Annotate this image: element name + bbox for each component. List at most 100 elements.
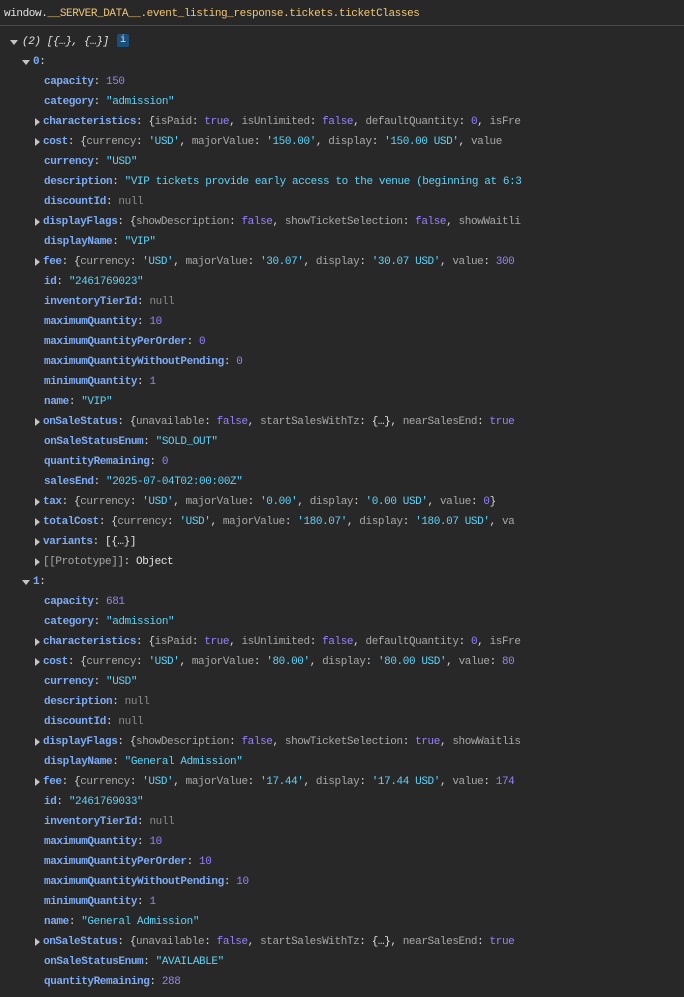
expandable-property-row[interactable]: onSaleStatus: {unavailable: false, start… <box>0 412 684 432</box>
property: displayName: "General Admission" <box>44 752 243 772</box>
punctuation: : <box>477 936 490 948</box>
punctuation: : <box>359 256 372 268</box>
punctuation: : <box>137 316 150 328</box>
preview-value: '150.00 USD' <box>384 136 459 148</box>
preview-key: currency <box>117 516 168 528</box>
property: quantityRemaining: 288 <box>44 972 181 992</box>
punctuation: : <box>106 196 119 208</box>
expandable-property-row[interactable]: variants: [{…}] <box>0 532 684 552</box>
punctuation: : <box>136 656 149 668</box>
punctuation: , <box>390 936 403 948</box>
expand-arrow-right-icon[interactable] <box>35 938 40 946</box>
expand-arrow-right-icon[interactable] <box>35 738 40 746</box>
punctuation: : <box>458 636 471 648</box>
preview-value: 80 <box>501 656 515 668</box>
property-key: discountId <box>44 716 107 728</box>
expandable-property-row[interactable]: cost: {currency: 'USD', majorValue: '150… <box>0 132 684 152</box>
property: description: null <box>44 692 150 712</box>
expand-arrow-right-icon[interactable] <box>35 218 40 226</box>
punctuation: : <box>136 636 149 648</box>
property-key: description <box>44 696 113 708</box>
expandable-property-row[interactable]: characteristics: {isPaid: true, isUnlimi… <box>0 112 684 132</box>
array-preview-text: (2) [{…}, {…}] <box>22 36 109 48</box>
punctuation: : <box>117 936 130 948</box>
property-key: id <box>44 276 57 288</box>
punctuation: : <box>149 456 162 468</box>
expandable-property-row[interactable]: [[Prototype]]: Object <box>0 552 684 572</box>
punctuation: , <box>489 516 502 528</box>
array-index-node[interactable]: 0: <box>0 52 684 72</box>
punctuation: : <box>143 956 156 968</box>
punctuation: : <box>137 296 150 308</box>
property: name: "General Admission" <box>44 912 199 932</box>
expand-arrow-right-icon[interactable] <box>35 498 40 506</box>
property: displayFlags: {showDescription: false, s… <box>43 732 521 752</box>
expand-arrow-down-icon[interactable] <box>10 40 18 45</box>
property-value: "admission" <box>106 96 175 108</box>
preview-value: '30.07 USD' <box>371 256 441 268</box>
property-row: inventoryTierId: null <box>0 292 684 312</box>
punctuation: , <box>229 636 242 648</box>
expand-arrow-right-icon[interactable] <box>35 658 40 666</box>
tree-root-array[interactable]: (2) [{…}, {…}] i <box>0 32 684 52</box>
punctuation: : <box>137 376 150 388</box>
punctuation: : <box>56 796 69 808</box>
property-value: "2461769033" <box>68 796 144 808</box>
property: id: "2461769033" <box>44 792 144 812</box>
expandable-property-row[interactable]: totalCost: {currency: 'USD', majorValue:… <box>0 512 684 532</box>
index-label: 0: <box>33 52 46 72</box>
preview-key: majorValue <box>191 656 254 668</box>
expand-arrow-right-icon[interactable] <box>35 138 40 146</box>
array-index-node[interactable]: 1: <box>0 572 684 592</box>
expand-arrow-right-icon[interactable] <box>35 558 40 566</box>
preview-value: true <box>415 736 440 748</box>
expand-arrow-right-icon[interactable] <box>35 258 40 266</box>
preview-value: 'USD' <box>148 136 180 148</box>
punctuation: : <box>186 336 200 348</box>
property-value: null <box>149 296 175 308</box>
preview-value: '180.07' <box>297 516 347 528</box>
expand-arrow-right-icon[interactable] <box>35 118 40 126</box>
expand-arrow-down-icon[interactable] <box>22 60 30 65</box>
punctuation: : <box>309 636 323 648</box>
property-key: capacity <box>44 596 94 608</box>
property-row: category: "admission" <box>0 92 684 112</box>
expand-arrow-right-icon[interactable] <box>35 538 40 546</box>
property-key: maximumQuantityPerOrder <box>44 336 187 348</box>
preview-value: '180.07 USD' <box>415 516 490 528</box>
expandable-property-row[interactable]: displayFlags: {showDescription: false, s… <box>0 732 684 752</box>
expandable-property-row[interactable]: cost: {currency: 'USD', majorValue: '80.… <box>0 652 684 672</box>
property-value: 1 <box>149 896 156 908</box>
expand-arrow-right-icon[interactable] <box>35 518 40 526</box>
expandable-property-row[interactable]: fee: {currency: 'USD', majorValue: '30.0… <box>0 252 684 272</box>
preview-key: va <box>501 516 515 528</box>
expandable-property-row[interactable]: displayFlags: {showDescription: false, s… <box>0 212 684 232</box>
punctuation: : <box>112 696 125 708</box>
expand-arrow-right-icon[interactable] <box>35 778 40 786</box>
punctuation: : <box>93 476 107 488</box>
property-value: 10 <box>149 316 162 328</box>
expandable-property-row[interactable]: characteristics: {isPaid: true, isUnlimi… <box>0 632 684 652</box>
expand-arrow-right-icon[interactable] <box>35 638 40 646</box>
property: variants: [{…}] <box>43 532 136 552</box>
expand-arrow-right-icon[interactable] <box>35 418 40 426</box>
preview-key: showTicketSelection <box>284 736 403 748</box>
expand-arrow-down-icon[interactable] <box>22 580 30 585</box>
preview-key: majorValue <box>185 776 248 788</box>
property-value: "VIP" <box>124 236 156 248</box>
property-key: onSaleStatusEnum <box>44 436 144 448</box>
expandable-property-row[interactable]: onSaleStatus: {unavailable: false, start… <box>0 932 684 952</box>
property: category: "admission" <box>44 92 175 112</box>
expandable-property-row[interactable]: fee: {currency: 'USD', majorValue: '17.4… <box>0 772 684 792</box>
preview-value: {…} <box>371 416 391 428</box>
expandable-property-row[interactable]: tax: {currency: 'USD', majorValue: '0.00… <box>0 492 684 512</box>
property: onSaleStatus: {unavailable: false, start… <box>43 412 515 432</box>
punctuation: : <box>284 516 298 528</box>
preview-value: 'USD' <box>142 256 174 268</box>
property-value: "General Admission" <box>124 756 243 768</box>
preview-key: isFre <box>489 636 521 648</box>
info-icon[interactable]: i <box>116 33 129 47</box>
property: displayFlags: {showDescription: false, s… <box>43 212 521 232</box>
preview-value: 'USD' <box>148 656 180 668</box>
property: capacity: 150 <box>44 72 125 92</box>
